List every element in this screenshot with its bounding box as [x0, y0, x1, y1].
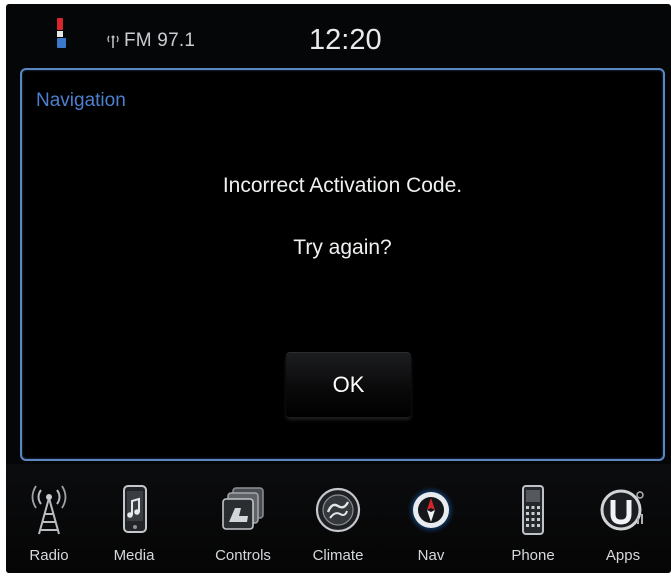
phone-icon: [522, 485, 544, 535]
dock-label-nav: Nav: [417, 547, 445, 564]
dock-item-media[interactable]: Media: [94, 464, 174, 573]
dock-label-media: Media: [113, 547, 155, 564]
dock-item-nav[interactable]: Nav: [391, 464, 471, 573]
radio-station[interactable]: FM 97.1: [124, 30, 195, 52]
antenna-icon: [107, 35, 119, 48]
dock-item-radio[interactable]: Radio: [9, 464, 89, 573]
ok-button[interactable]: OK: [286, 352, 411, 417]
radio-tower-icon: [31, 485, 67, 535]
retry-prompt: Try again?: [293, 236, 392, 259]
controls-icon: [222, 487, 264, 530]
media-device-icon: [123, 485, 147, 533]
navigation-dialog: Navigation Incorrect Activation Code. Tr…: [20, 68, 665, 461]
flag-icon: [54, 18, 66, 48]
dock-label-apps: Apps: [605, 547, 641, 564]
climate-icon: [315, 487, 361, 533]
dock-item-climate[interactable]: Climate: [298, 464, 378, 573]
infotainment-display: FM 97.1 12:20 Navigation Incorrect Activ…: [6, 4, 671, 573]
status-bar: FM 97.1 12:20: [6, 4, 671, 70]
clock: 12:20: [309, 24, 382, 56]
nav-compass-icon: [407, 486, 455, 534]
error-message: Incorrect Activation Code.: [222, 174, 463, 197]
dock-item-controls[interactable]: Controls: [203, 464, 283, 573]
dock-label-radio: Radio: [29, 547, 69, 564]
screen: FM 97.1 12:20 Navigation Incorrect Activ…: [0, 0, 671, 577]
dock-label-controls: Controls: [215, 547, 271, 564]
dialog-title: Navigation: [36, 90, 126, 111]
dock-label-phone: Phone: [511, 547, 555, 564]
apps-icon: [600, 489, 644, 531]
dock-item-apps[interactable]: Apps: [583, 464, 663, 573]
dock-label-climate: Climate: [312, 547, 364, 564]
bottom-dock: Radio Media Controls Climate Nav Phone A…: [6, 464, 671, 573]
dock-item-phone[interactable]: Phone: [493, 464, 573, 573]
